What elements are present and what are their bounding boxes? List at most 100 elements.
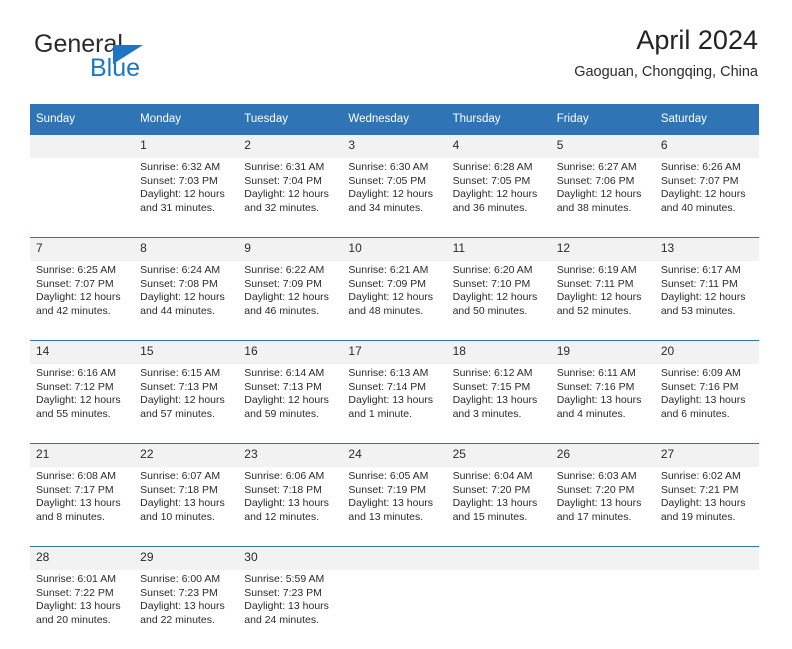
logo-text-blue: Blue <box>90 54 141 82</box>
day-info-line: Sunset: 7:09 PM <box>348 277 427 290</box>
day-info-line: Sunrise: 6:01 AM <box>36 573 116 585</box>
day-number[interactable]: 12 <box>550 237 655 261</box>
day-info-line: Daylight: 12 hours <box>36 394 121 407</box>
day-info-line: Sunset: 7:03 PM <box>140 174 218 187</box>
day-number[interactable]: 18 <box>446 340 551 364</box>
day-cell: Sunrise: 6:24 AM Sunset: 7:08 PM Daylight:… <box>134 261 239 341</box>
day-cell: Sunrise: 6:06 AM Sunset: 7:18 PM Daylight:… <box>238 467 343 547</box>
day-number[interactable]: 25 <box>446 443 551 467</box>
day-cell: Sunrise: 5:59 AM Sunset: 7:23 PM Daylight:… <box>238 570 343 649</box>
day-info-line: Daylight: 13 hours <box>244 497 329 510</box>
day-cell: Sunrise: 6:14 AM Sunset: 7:13 PM Daylight:… <box>238 364 343 444</box>
day-cell: Sunrise: 6:19 AM Sunset: 7:11 PM Daylight:… <box>550 261 655 341</box>
day-info-line: and 17 minutes. <box>556 510 632 523</box>
day-number[interactable]: 16 <box>238 340 343 364</box>
day-info-line: Sunset: 7:05 PM <box>452 174 531 187</box>
day-number[interactable]: 10 <box>342 237 447 261</box>
weekday-header-wednesday: Wednesday <box>342 104 447 135</box>
day-info-line: Sunset: 7:21 PM <box>660 483 739 496</box>
day-info-line: and 13 minutes. <box>348 510 424 523</box>
day-number-empty <box>342 546 447 570</box>
day-info-line: Sunset: 7:16 PM <box>556 380 635 393</box>
day-info-line: Sunset: 7:23 PM <box>244 586 322 599</box>
day-cell: Sunrise: 6:09 AM Sunset: 7:16 PM Daylight:… <box>654 364 759 444</box>
day-info-line: Sunrise: 6:15 AM <box>140 367 221 379</box>
day-number[interactable]: 2 <box>238 135 343 158</box>
day-info-line: Sunrise: 6:12 AM <box>452 367 533 379</box>
week-detail-row: Sunrise: 6:01 AM Sunset: 7:22 PM Daylight:… <box>30 570 759 649</box>
week-number-row: 123456 <box>30 135 759 158</box>
weekday-header-saturday: Saturday <box>654 104 759 135</box>
day-info-line: Sunrise: 6:08 AM <box>36 470 116 482</box>
day-info-line: and 8 minutes. <box>36 510 105 523</box>
day-number[interactable]: 26 <box>550 443 655 467</box>
day-info-line: and 6 minutes. <box>660 407 730 420</box>
weekday-header-row: Sunday Monday Tuesday Wednesday Thursday Frid… <box>30 104 759 135</box>
weekday-header-friday: Friday <box>550 104 655 135</box>
calendar-table: Sunday Monday Tuesday Wednesday Thursday Frid… <box>30 104 759 649</box>
day-number[interactable]: 20 <box>654 340 759 364</box>
day-cell: Sunrise: 6:25 AM Sunset: 7:07 PM Daylight:… <box>30 261 135 341</box>
day-info-line: and 1 minute. <box>348 407 413 420</box>
day-info-line: and 38 minutes. <box>556 201 632 214</box>
day-number[interactable]: 6 <box>654 135 759 158</box>
location-subtitle: Gaoguan, Chongqing, China <box>574 64 758 80</box>
day-number[interactable]: 27 <box>654 443 759 467</box>
day-info-line: and 4 minutes. <box>556 407 626 420</box>
day-info-line: and 22 minutes. <box>140 613 215 626</box>
day-info-line: Sunset: 7:14 PM <box>348 380 427 393</box>
day-info-line: Sunrise: 6:03 AM <box>556 470 637 482</box>
day-number[interactable]: 5 <box>550 135 655 158</box>
calendar-body: 1 2 3 4 5 6 Sunrise: 6:32 AM Sunset: 7:03 PM Day… <box>30 135 759 649</box>
day-cell: Sunrise: 6:20 AM Sunset: 7:10 PM Daylight:… <box>446 261 551 341</box>
day-number[interactable]: 21 <box>30 443 135 467</box>
day-info-line: Sunset: 7:06 PM <box>556 174 635 187</box>
day-info-line: Sunrise: 6:05 AM <box>348 470 429 482</box>
day-number[interactable]: 29 <box>134 546 239 570</box>
day-number[interactable]: 15 <box>134 340 239 364</box>
day-number[interactable]: 30 <box>238 546 343 570</box>
day-cell: Sunrise: 6:15 AM Sunset: 7:13 PM Daylight:… <box>134 364 239 444</box>
day-info-line: Sunset: 7:22 PM <box>36 586 114 599</box>
day-number[interactable]: 13 <box>654 237 759 261</box>
day-info-line: Sunset: 7:07 PM <box>36 277 114 290</box>
day-info-line: Sunset: 7:19 PM <box>348 483 427 496</box>
day-cell: Sunrise: 6:00 AM Sunset: 7:23 PM Daylight:… <box>134 570 239 649</box>
day-number[interactable]: 23 <box>238 443 343 467</box>
day-info-line: and 42 minutes. <box>36 304 111 317</box>
day-info-line: and 15 minutes. <box>452 510 528 523</box>
day-info-line: and 36 minutes. <box>452 201 528 214</box>
day-number[interactable]: 28 <box>30 546 135 570</box>
day-info-line: Daylight: 12 hours <box>452 291 538 304</box>
day-number[interactable]: 19 <box>550 340 655 364</box>
day-cell-empty <box>654 570 759 649</box>
day-number[interactable]: 4 <box>446 135 551 158</box>
day-info-line: and 24 minutes. <box>244 613 319 626</box>
day-info-line: Daylight: 12 hours <box>556 291 642 304</box>
day-cell: Sunrise: 6:12 AM Sunset: 7:15 PM Daylight:… <box>446 364 551 444</box>
day-cell: Sunrise: 6:32 AM Sunset: 7:03 PM Daylight:… <box>134 158 239 238</box>
day-cell: Sunrise: 6:05 AM Sunset: 7:19 PM Daylight:… <box>342 467 447 547</box>
week-detail-row: Sunrise: 6:16 AM Sunset: 7:12 PM Daylight:… <box>30 364 759 444</box>
day-number[interactable]: 24 <box>342 443 447 467</box>
day-number[interactable]: 7 <box>30 237 135 261</box>
day-number[interactable]: 3 <box>342 135 447 158</box>
day-number[interactable]: 14 <box>30 340 135 364</box>
day-info-line: Daylight: 12 hours <box>140 291 225 304</box>
day-number[interactable]: 9 <box>238 237 343 261</box>
day-info-line: Sunrise: 6:30 AM <box>348 161 429 173</box>
day-number[interactable]: 1 <box>134 135 239 158</box>
day-info-line: and 52 minutes. <box>556 304 632 317</box>
day-info-line: Sunrise: 6:21 AM <box>348 264 429 276</box>
day-info-line: Sunrise: 6:00 AM <box>140 573 221 585</box>
week-detail-row: Sunrise: 6:25 AM Sunset: 7:07 PM Daylight:… <box>30 261 759 341</box>
day-info-line: Sunrise: 6:16 AM <box>36 367 116 379</box>
day-info-line: Sunset: 7:20 PM <box>556 483 635 496</box>
day-info-line: Sunrise: 6:11 AM <box>556 367 636 379</box>
day-number[interactable]: 11 <box>446 237 551 261</box>
day-info-line: Sunrise: 5:59 AM <box>244 573 325 585</box>
day-number[interactable]: 17 <box>342 340 447 364</box>
day-number[interactable]: 8 <box>134 237 239 261</box>
day-info-line: Sunset: 7:18 PM <box>140 483 218 496</box>
day-number[interactable]: 22 <box>134 443 239 467</box>
